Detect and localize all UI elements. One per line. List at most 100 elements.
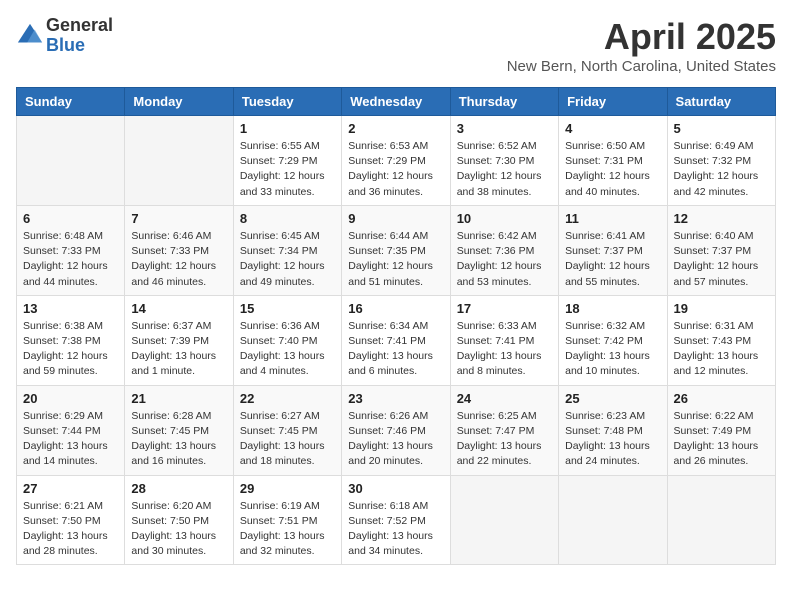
calendar-cell [125,116,233,206]
day-number: 18 [565,301,660,316]
day-number: 20 [23,391,118,406]
calendar-cell: 25Sunrise: 6:23 AMSunset: 7:48 PMDayligh… [559,385,667,475]
calendar-cell: 21 Sunrise: 6:28 AMSunset: 7:45 PMDayligh… [125,385,233,475]
day-info: Sunrise: 6:37 AMSunset: 7:39 PMDaylight:… [131,319,226,380]
day-info: Sunrise: 6:40 AMSunset: 7:37 PMDaylight:… [674,229,769,290]
calendar-cell: 13 Sunrise: 6:38 AMSunset: 7:38 PMDayligh… [17,295,125,385]
day-number: 30 [348,481,443,496]
calendar-cell: 10 Sunrise: 6:42 AMSunset: 7:36 PMDayligh… [450,205,558,295]
logo: General Blue [16,16,113,56]
logo-general-text: General [46,16,113,36]
day-info: Sunrise: 6:21 AMSunset: 7:50 PMDaylight:… [23,499,118,560]
day-number: 1 [240,121,335,136]
calendar-cell: 29 Sunrise: 6:19 AMSunset: 7:51 PMDayligh… [233,475,341,565]
day-number: 8 [240,211,335,226]
calendar-cell: 20 Sunrise: 6:29 AMSunset: 7:44 PMDayligh… [17,385,125,475]
weekday-header-sunday: Sunday [17,88,125,116]
day-number: 24 [457,391,552,406]
calendar-cell [559,475,667,565]
calendar-location: New Bern, North Carolina, United States [507,58,776,75]
calendar-week-row: 27 Sunrise: 6:21 AMSunset: 7:50 PMDayligh… [17,475,776,565]
calendar-cell: 16Sunrise: 6:34 AMSunset: 7:41 PMDayligh… [342,295,450,385]
day-number: 29 [240,481,335,496]
calendar-cell [450,475,558,565]
day-info: Sunrise: 6:20 AMSunset: 7:50 PMDaylight:… [131,499,226,560]
calendar-cell [17,116,125,206]
day-info: Sunrise: 6:50 AMSunset: 7:31 PMDaylight:… [565,139,660,200]
calendar-cell: 5 Sunrise: 6:49 AMSunset: 7:32 PMDaylight… [667,116,775,206]
day-number: 12 [674,211,769,226]
calendar-cell: 27 Sunrise: 6:21 AMSunset: 7:50 PMDayligh… [17,475,125,565]
day-info: Sunrise: 6:28 AMSunset: 7:45 PMDaylight:… [131,409,226,470]
day-info: Sunrise: 6:38 AMSunset: 7:38 PMDaylight:… [23,319,118,380]
day-info: Sunrise: 6:45 AMSunset: 7:34 PMDaylight:… [240,229,335,290]
day-info: Sunrise: 6:25 AMSunset: 7:47 PMDaylight:… [457,409,552,470]
day-info: Sunrise: 6:32 AMSunset: 7:42 PMDaylight:… [565,319,660,380]
day-number: 13 [23,301,118,316]
day-number: 23 [348,391,443,406]
calendar-cell: 17 Sunrise: 6:33 AMSunset: 7:41 PMDayligh… [450,295,558,385]
calendar-cell: 1 Sunrise: 6:55 AMSunset: 7:29 PMDaylight… [233,116,341,206]
day-number: 9 [348,211,443,226]
day-info: Sunrise: 6:19 AMSunset: 7:51 PMDaylight:… [240,499,335,560]
weekday-header-row: SundayMondayTuesdayWednesdayThursdayFrid… [17,88,776,116]
weekday-header-saturday: Saturday [667,88,775,116]
title-block: April 2025 New Bern, North Carolina, Uni… [507,16,776,75]
day-info: Sunrise: 6:42 AMSunset: 7:36 PMDaylight:… [457,229,552,290]
day-number: 27 [23,481,118,496]
day-info: Sunrise: 6:22 AMSunset: 7:49 PMDaylight:… [674,409,769,470]
logo-blue-text: Blue [46,36,113,56]
day-number: 22 [240,391,335,406]
day-info: Sunrise: 6:41 AMSunset: 7:37 PMDaylight:… [565,229,660,290]
calendar-cell: 12 Sunrise: 6:40 AMSunset: 7:37 PMDayligh… [667,205,775,295]
day-number: 28 [131,481,226,496]
day-number: 26 [674,391,769,406]
calendar-cell: 28 Sunrise: 6:20 AMSunset: 7:50 PMDayligh… [125,475,233,565]
calendar-cell: 22 Sunrise: 6:27 AMSunset: 7:45 PMDayligh… [233,385,341,475]
calendar-title: April 2025 [507,16,776,58]
day-info: Sunrise: 6:46 AMSunset: 7:33 PMDaylight:… [131,229,226,290]
day-info: Sunrise: 6:44 AMSunset: 7:35 PMDaylight:… [348,229,443,290]
logo-icon [16,22,44,50]
day-info: Sunrise: 6:53 AMSunset: 7:29 PMDaylight:… [348,139,443,200]
day-number: 7 [131,211,226,226]
day-number: 4 [565,121,660,136]
weekday-header-tuesday: Tuesday [233,88,341,116]
day-info: Sunrise: 6:23 AMSunset: 7:48 PMDaylight:… [565,409,660,470]
day-info: Sunrise: 6:52 AMSunset: 7:30 PMDaylight:… [457,139,552,200]
day-info: Sunrise: 6:36 AMSunset: 7:40 PMDaylight:… [240,319,335,380]
day-info: Sunrise: 6:27 AMSunset: 7:45 PMDaylight:… [240,409,335,470]
day-info: Sunrise: 6:31 AMSunset: 7:43 PMDaylight:… [674,319,769,380]
calendar-cell: 6 Sunrise: 6:48 AMSunset: 7:33 PMDaylight… [17,205,125,295]
calendar-week-row: 13 Sunrise: 6:38 AMSunset: 7:38 PMDayligh… [17,295,776,385]
page-header: General Blue April 2025 New Bern, North … [16,16,776,75]
day-number: 17 [457,301,552,316]
weekday-header-monday: Monday [125,88,233,116]
calendar-cell: 9 Sunrise: 6:44 AMSunset: 7:35 PMDaylight… [342,205,450,295]
day-number: 5 [674,121,769,136]
calendar-cell: 8 Sunrise: 6:45 AMSunset: 7:34 PMDaylight… [233,205,341,295]
day-number: 14 [131,301,226,316]
day-info: Sunrise: 6:18 AMSunset: 7:52 PMDaylight:… [348,499,443,560]
day-info: Sunrise: 6:48 AMSunset: 7:33 PMDaylight:… [23,229,118,290]
day-info: Sunrise: 6:29 AMSunset: 7:44 PMDaylight:… [23,409,118,470]
day-info: Sunrise: 6:55 AMSunset: 7:29 PMDaylight:… [240,139,335,200]
day-info: Sunrise: 6:33 AMSunset: 7:41 PMDaylight:… [457,319,552,380]
day-number: 3 [457,121,552,136]
calendar-cell: 23 Sunrise: 6:26 AMSunset: 7:46 PMDayligh… [342,385,450,475]
day-number: 11 [565,211,660,226]
calendar-cell: 2 Sunrise: 6:53 AMSunset: 7:29 PMDaylight… [342,116,450,206]
calendar-cell: 30 Sunrise: 6:18 AMSunset: 7:52 PMDayligh… [342,475,450,565]
day-info: Sunrise: 6:34 AMSunset: 7:41 PMDaylight:… [348,319,443,380]
calendar-cell: 24 Sunrise: 6:25 AMSunset: 7:47 PMDayligh… [450,385,558,475]
calendar-cell: 3 Sunrise: 6:52 AMSunset: 7:30 PMDaylight… [450,116,558,206]
day-info: Sunrise: 6:49 AMSunset: 7:32 PMDaylight:… [674,139,769,200]
day-number: 21 [131,391,226,406]
day-number: 10 [457,211,552,226]
calendar-cell: 15Sunrise: 6:36 AMSunset: 7:40 PMDayligh… [233,295,341,385]
calendar-cell: 7 Sunrise: 6:46 AMSunset: 7:33 PMDaylight… [125,205,233,295]
weekday-header-wednesday: Wednesday [342,88,450,116]
day-number: 2 [348,121,443,136]
day-number: 6 [23,211,118,226]
day-info: Sunrise: 6:26 AMSunset: 7:46 PMDaylight:… [348,409,443,470]
